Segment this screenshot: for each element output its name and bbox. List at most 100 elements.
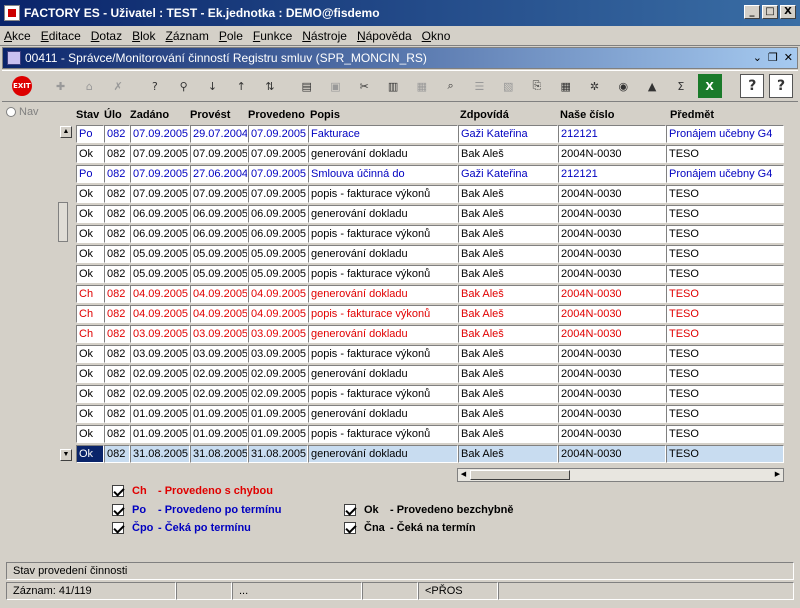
cell-provest[interactable]: 27.06.2004 bbox=[190, 165, 248, 183]
cell-ulo[interactable]: 082 bbox=[104, 205, 130, 223]
cell-ulo[interactable]: 082 bbox=[104, 245, 130, 263]
cell-stav[interactable]: Ch bbox=[76, 305, 104, 323]
cell-stav[interactable]: Ok bbox=[76, 225, 104, 243]
cell-nase-cislo[interactable]: 2004N-0030 bbox=[558, 405, 666, 423]
cell-predmet[interactable]: TESO bbox=[666, 425, 784, 443]
menu-editace[interactable]: Editace bbox=[41, 29, 81, 43]
cell-popis[interactable]: generování dokladu bbox=[308, 145, 458, 163]
cell-predmet[interactable]: TESO bbox=[666, 285, 784, 303]
cell-nase-cislo[interactable]: 2004N-0030 bbox=[558, 385, 666, 403]
cell-predmet[interactable]: TESO bbox=[666, 405, 784, 423]
cut-icon[interactable]: ✂ bbox=[352, 74, 376, 98]
maximize-button[interactable]: □ bbox=[762, 5, 778, 19]
excel-icon[interactable]: X bbox=[697, 74, 722, 98]
minimize-button[interactable]: _ bbox=[744, 5, 760, 19]
cell-provedeno[interactable]: 03.09.2005 bbox=[248, 345, 308, 363]
cell-provedeno[interactable]: 02.09.2005 bbox=[248, 365, 308, 383]
cell-nase-cislo[interactable]: 212121 bbox=[558, 165, 666, 183]
legend-po-checkbox[interactable] bbox=[112, 504, 124, 516]
list-icon[interactable]: ☰ bbox=[467, 74, 491, 98]
cell-zdpovida[interactable]: Gaži Kateřina bbox=[458, 125, 558, 143]
cell-ulo[interactable]: 082 bbox=[104, 285, 130, 303]
eye-icon[interactable]: ◉ bbox=[611, 74, 635, 98]
cell-zdpovida[interactable]: Bak Aleš bbox=[458, 225, 558, 243]
sum-icon[interactable]: Σ bbox=[669, 74, 693, 98]
menu-pole[interactable]: Pole bbox=[219, 29, 243, 43]
close-button[interactable]: X bbox=[780, 5, 796, 19]
cell-zadano[interactable]: 05.09.2005 bbox=[130, 245, 190, 263]
print-icon[interactable]: ▤ bbox=[295, 74, 319, 98]
cell-stav[interactable]: Po bbox=[76, 165, 104, 183]
cell-zadano[interactable]: 06.09.2005 bbox=[130, 225, 190, 243]
insert-record-icon[interactable]: ✚ bbox=[49, 74, 73, 98]
delete-icon[interactable]: ✗ bbox=[106, 74, 130, 98]
cell-ulo[interactable]: 082 bbox=[104, 405, 130, 423]
cell-nase-cislo[interactable]: 2004N-0030 bbox=[558, 225, 666, 243]
save-icon[interactable]: ⌂ bbox=[77, 74, 101, 98]
cell-ulo[interactable]: 082 bbox=[104, 325, 130, 343]
cell-ulo[interactable]: 082 bbox=[104, 425, 130, 443]
cell-zdpovida[interactable]: Bak Aleš bbox=[458, 325, 558, 343]
cell-zadano[interactable]: 31.08.2005 bbox=[130, 445, 190, 463]
cell-zdpovida[interactable]: Bak Aleš bbox=[458, 405, 558, 423]
cell-ulo[interactable]: 082 bbox=[104, 445, 130, 463]
table-row[interactable]: Ch 082 04.09.2005 04.09.2005 04.09.2005 popis… bbox=[60, 304, 798, 324]
cell-provest[interactable]: 07.09.2005 bbox=[190, 185, 248, 203]
cell-stav[interactable]: Ok bbox=[76, 445, 104, 463]
cell-provest[interactable]: 03.09.2005 bbox=[190, 325, 248, 343]
cell-nase-cislo[interactable]: 2004N-0030 bbox=[558, 185, 666, 203]
cell-provedeno[interactable]: 04.09.2005 bbox=[248, 305, 308, 323]
cell-popis[interactable]: popis - fakturace výkonů bbox=[308, 225, 458, 243]
cell-predmet[interactable]: TESO bbox=[666, 445, 784, 463]
cell-zadano[interactable]: 04.09.2005 bbox=[130, 305, 190, 323]
mountains-icon[interactable]: ▲ bbox=[640, 74, 664, 98]
cell-stav[interactable]: Ch bbox=[76, 325, 104, 343]
menu-nastroje[interactable]: Nástroje bbox=[302, 29, 347, 43]
cell-ulo[interactable]: 082 bbox=[104, 225, 130, 243]
cell-nase-cislo[interactable]: 2004N-0030 bbox=[558, 245, 666, 263]
cell-zadano[interactable]: 07.09.2005 bbox=[130, 125, 190, 143]
cell-zdpovida[interactable]: Bak Aleš bbox=[458, 305, 558, 323]
scroll-down-button[interactable]: ▼ bbox=[60, 449, 72, 461]
cell-provedeno[interactable]: 31.08.2005 bbox=[248, 445, 308, 463]
cell-popis[interactable]: popis - fakturace výkonů bbox=[308, 385, 458, 403]
scroll-thumb[interactable] bbox=[470, 470, 570, 480]
cell-zdpovida[interactable]: Bak Aleš bbox=[458, 205, 558, 223]
cell-ulo[interactable]: 082 bbox=[104, 305, 130, 323]
cell-zdpovida[interactable]: Bak Aleš bbox=[458, 385, 558, 403]
form-minimize-icon[interactable]: ⌄ bbox=[753, 51, 762, 64]
table-row[interactable]: Ok 082 07.09.2005 07.09.2005 07.09.2005 gener… bbox=[60, 144, 798, 164]
cell-stav[interactable]: Ok bbox=[76, 345, 104, 363]
query-enter-icon[interactable]: ? bbox=[143, 74, 167, 98]
cell-provedeno[interactable]: 02.09.2005 bbox=[248, 385, 308, 403]
cell-popis[interactable]: popis - fakturace výkonů bbox=[308, 425, 458, 443]
cell-stav[interactable]: Ok bbox=[76, 365, 104, 383]
cell-nase-cislo[interactable]: 2004N-0030 bbox=[558, 325, 666, 343]
sort-multi-icon[interactable]: ⇅ bbox=[258, 74, 282, 98]
nav-radio[interactable]: Nav bbox=[6, 106, 58, 118]
cell-provest[interactable]: 04.09.2005 bbox=[190, 305, 248, 323]
cell-popis[interactable]: generování dokladu bbox=[308, 405, 458, 423]
cell-ulo[interactable]: 082 bbox=[104, 165, 130, 183]
form-close-icon[interactable]: ✕ bbox=[784, 51, 793, 64]
cell-predmet[interactable]: TESO bbox=[666, 325, 784, 343]
cell-stav[interactable]: Po bbox=[76, 125, 104, 143]
paste-icon[interactable]: ▥ bbox=[381, 74, 405, 98]
cell-nase-cislo[interactable]: 2004N-0030 bbox=[558, 345, 666, 363]
cell-predmet[interactable]: TESO bbox=[666, 205, 784, 223]
cell-provedeno[interactable]: 06.09.2005 bbox=[248, 225, 308, 243]
query-execute-icon[interactable]: ⚲ bbox=[172, 74, 196, 98]
table-row[interactable]: Ok 082 05.09.2005 05.09.2005 05.09.2005 popis… bbox=[60, 264, 798, 284]
sort-descending-icon[interactable]: ↑ bbox=[229, 74, 253, 98]
table-row[interactable]: Ok 082 02.09.2005 02.09.2005 02.09.2005 gener… bbox=[60, 364, 798, 384]
cell-provest[interactable]: 06.09.2005 bbox=[190, 225, 248, 243]
legend-ok-checkbox[interactable] bbox=[344, 504, 356, 516]
cell-predmet[interactable]: TESO bbox=[666, 225, 784, 243]
cell-ulo[interactable]: 082 bbox=[104, 265, 130, 283]
cell-provedeno[interactable]: 07.09.2005 bbox=[248, 145, 308, 163]
cell-predmet[interactable]: TESO bbox=[666, 305, 784, 323]
cell-zadano[interactable]: 06.09.2005 bbox=[130, 205, 190, 223]
cell-provedeno[interactable]: 07.09.2005 bbox=[248, 165, 308, 183]
cell-zadano[interactable]: 03.09.2005 bbox=[130, 345, 190, 363]
menu-zaznam[interactable]: Záznam bbox=[165, 29, 208, 43]
